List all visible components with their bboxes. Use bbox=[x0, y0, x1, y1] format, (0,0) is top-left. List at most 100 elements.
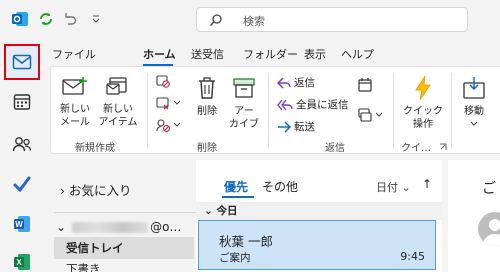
ribbon-separator bbox=[147, 73, 148, 149]
ribbon-separator bbox=[393, 73, 394, 149]
excel-icon[interactable]: X bbox=[4, 244, 40, 272]
reply-all-label: 全員に返信 bbox=[296, 99, 349, 111]
group-today-label: 今日 bbox=[216, 205, 238, 217]
group-header-today[interactable]: ⌄ 今日 bbox=[196, 202, 442, 220]
ribbon-separator bbox=[268, 73, 269, 149]
group-quick-label: クイ… bbox=[401, 143, 431, 154]
folder-inbox[interactable]: 受信トレイ bbox=[54, 237, 194, 259]
title-bar: 検索 bbox=[0, 0, 500, 38]
reply-label: 返信 bbox=[294, 77, 315, 89]
forward-icon bbox=[278, 120, 291, 133]
sort-direction-arrow-up-icon[interactable]: ↑ bbox=[422, 177, 432, 191]
folder-divider bbox=[54, 212, 196, 213]
sync-icon[interactable] bbox=[36, 9, 56, 29]
account-header[interactable]: ⌄ @o… bbox=[56, 220, 181, 234]
tab-view[interactable]: 表示 bbox=[304, 46, 326, 62]
quick-steps-button[interactable]: クイック 操作 bbox=[401, 75, 445, 131]
focused-tab-indicator bbox=[222, 196, 254, 198]
todo-icon[interactable] bbox=[4, 166, 40, 202]
person-silhouette-icon bbox=[483, 219, 500, 246]
people-icon[interactable] bbox=[4, 126, 40, 162]
mail-subject: ご案内 bbox=[219, 252, 251, 264]
new-mail-label: 新しい メール bbox=[60, 104, 90, 128]
archive-icon bbox=[233, 78, 255, 98]
delete-button[interactable]: 削除 bbox=[193, 75, 221, 118]
reply-button[interactable]: 返信 bbox=[277, 75, 315, 90]
account-suffix: @o… bbox=[150, 220, 182, 234]
redacted-account-name bbox=[72, 221, 149, 233]
archive-label: アー カイブ bbox=[229, 106, 259, 130]
word-icon[interactable]: W bbox=[4, 206, 40, 242]
outlook-logo-icon bbox=[10, 9, 30, 29]
chevron-down-icon: ⌄ bbox=[56, 220, 67, 234]
archive-button[interactable]: アー カイブ bbox=[227, 75, 261, 131]
group-respond-label: 返信 bbox=[325, 143, 345, 154]
tab-home[interactable]: ホーム bbox=[143, 46, 176, 62]
reply-icon bbox=[277, 76, 291, 89]
app-rail: W X bbox=[0, 38, 46, 272]
folder-pane: › お気に入り ⌄ @o… 受信トレイ 下書き bbox=[46, 160, 196, 272]
forward-button[interactable]: 転送 bbox=[277, 119, 315, 134]
meeting-calendar-icon bbox=[358, 78, 372, 92]
new-mail-button[interactable]: 新しい メール bbox=[57, 75, 93, 129]
mail-icon[interactable] bbox=[4, 44, 40, 80]
avatar bbox=[478, 212, 500, 246]
sort-dropdown[interactable]: 日付 ⌄ bbox=[376, 179, 411, 195]
group-chevron-down-icon: ⌄ bbox=[204, 205, 217, 217]
tab-help[interactable]: ヘルプ bbox=[341, 46, 374, 62]
cleanup-button[interactable] bbox=[155, 95, 180, 111]
message-list: 優先 その他 日付 ⌄ ↑ ⌄ 今日 秋葉 一郎 ご案内 9:45 bbox=[196, 160, 442, 272]
more-respond-chevron-down-icon bbox=[376, 112, 382, 117]
svg-text:X: X bbox=[16, 258, 22, 267]
search-placeholder: 検索 bbox=[243, 15, 265, 28]
reply-all-button[interactable]: 全員に返信 bbox=[277, 97, 349, 112]
junk-chevron-down-icon bbox=[174, 122, 180, 127]
chevron-right-icon: › bbox=[60, 183, 65, 198]
move-folder-icon bbox=[463, 77, 485, 99]
group-delete-label: 削除 bbox=[197, 143, 217, 154]
ignore-button[interactable] bbox=[155, 73, 171, 89]
sort-chevron-down-icon: ⌄ bbox=[401, 181, 411, 194]
move-button[interactable]: 移動 bbox=[457, 75, 491, 131]
customize-toolbar-chevron-icon[interactable] bbox=[86, 9, 106, 29]
junk-button[interactable] bbox=[155, 117, 180, 133]
undo-icon[interactable] bbox=[60, 9, 80, 29]
reading-pane-title: ご bbox=[482, 181, 496, 197]
tab-focused[interactable]: 優先 bbox=[224, 178, 248, 195]
new-item-button[interactable]: 新しい アイテム bbox=[97, 75, 139, 129]
sort-label: 日付 bbox=[376, 181, 398, 194]
mail-sender: 秋葉 一郎 bbox=[219, 234, 273, 249]
cleanup-chevron-down-icon bbox=[174, 100, 180, 105]
mail-time: 9:45 bbox=[400, 250, 425, 263]
tab-file[interactable]: ファイル bbox=[52, 46, 96, 62]
tab-send-receive[interactable]: 送受信 bbox=[191, 46, 224, 62]
search-icon bbox=[209, 13, 223, 30]
ignore-icon bbox=[156, 75, 170, 88]
new-item-label: 新しい アイテム bbox=[98, 104, 138, 128]
favorites-label: お気に入り bbox=[68, 183, 132, 198]
tab-other[interactable]: その他 bbox=[262, 178, 298, 195]
group-new-label: 新規作成 bbox=[75, 143, 115, 154]
move-label: 移動 bbox=[464, 106, 484, 117]
tab-folder[interactable]: フォルダー bbox=[243, 46, 298, 62]
search-box[interactable]: 検索 bbox=[196, 7, 468, 32]
new-items-icon bbox=[106, 77, 127, 95]
mail-item[interactable]: 秋葉 一郎 ご案内 9:45 bbox=[198, 220, 436, 270]
more-respond-icon bbox=[358, 108, 372, 122]
trash-icon bbox=[199, 77, 215, 99]
reply-all-icon bbox=[277, 99, 293, 110]
meeting-reply-button[interactable] bbox=[357, 77, 373, 93]
ribbon-tabs: ファイル ホーム 送受信 フォルダー 表示 ヘルプ bbox=[46, 38, 500, 66]
favorites-header[interactable]: › お気に入り bbox=[60, 180, 132, 199]
new-mail-icon bbox=[62, 77, 87, 95]
move-chevron-down-icon bbox=[470, 121, 478, 126]
calendar-icon[interactable] bbox=[4, 84, 40, 120]
junk-icon bbox=[156, 119, 171, 133]
folder-drafts[interactable]: 下書き bbox=[54, 258, 194, 272]
svg-text:W: W bbox=[15, 220, 23, 229]
forward-label: 転送 bbox=[294, 121, 315, 133]
more-respond-button[interactable] bbox=[357, 107, 382, 123]
cleanup-icon bbox=[156, 97, 169, 110]
delete-label: 削除 bbox=[197, 106, 217, 117]
dialog-launcher-icon[interactable] bbox=[439, 141, 447, 154]
